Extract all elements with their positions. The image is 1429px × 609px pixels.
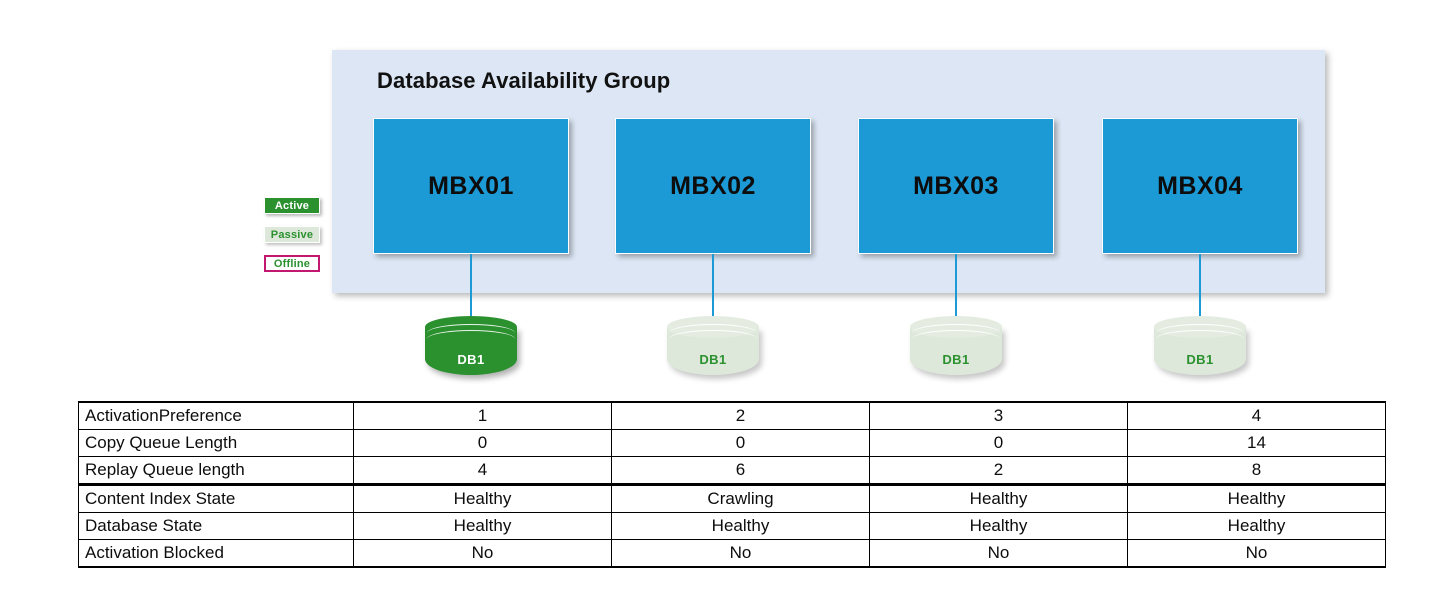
table-row: Copy Queue Length 0 0 0 14 — [78, 429, 1386, 457]
row-label: Replay Queue length — [78, 456, 354, 486]
database-cylinder-mbx03[interactable]: DB1 — [910, 316, 1002, 386]
table-row: ActivationPreference 1 2 3 4 — [78, 401, 1386, 430]
server-box-mbx02[interactable]: MBX02 — [615, 118, 811, 254]
legend-label-offline: Offline — [273, 257, 311, 270]
table-cell: Crawling — [611, 484, 870, 513]
table-row: Content Index State Healthy Crawling Hea… — [78, 484, 1386, 513]
table-cell: 14 — [1127, 429, 1386, 457]
table-row: Activation Blocked No No No No — [78, 539, 1386, 568]
database-cylinder-mbx02[interactable]: DB1 — [667, 316, 759, 386]
table-cell: 0 — [611, 429, 870, 457]
table-cell: No — [353, 539, 612, 568]
table-cell: No — [611, 539, 870, 568]
server-box-mbx03[interactable]: MBX03 — [858, 118, 1054, 254]
legend-label-passive: Passive — [270, 228, 314, 241]
table-cell: Healthy — [611, 512, 870, 540]
table-cell: 3 — [869, 401, 1128, 430]
database-label: DB1 — [1186, 352, 1214, 367]
table-cell: Healthy — [869, 484, 1128, 513]
table-cell: 0 — [869, 429, 1128, 457]
database-label: DB1 — [457, 352, 485, 367]
database-label: DB1 — [942, 352, 970, 367]
legend-item-passive: Passive — [264, 226, 320, 243]
server-label: MBX02 — [670, 171, 756, 200]
table-row: Replay Queue length 4 6 2 8 — [78, 456, 1386, 486]
row-label: Copy Queue Length — [78, 429, 354, 457]
table-cell: 8 — [1127, 456, 1386, 486]
server-box-mbx01[interactable]: MBX01 — [373, 118, 569, 254]
cylinder-ring — [912, 330, 1000, 348]
diagram-canvas: Database Availability Group Active Passi… — [0, 0, 1429, 609]
table-cell: 4 — [353, 456, 612, 486]
dag-panel-title: Database Availability Group — [377, 68, 671, 93]
legend-label-active: Active — [274, 199, 310, 212]
row-label: Content Index State — [78, 484, 354, 513]
cylinder-ring — [1156, 330, 1244, 348]
table-cell: No — [869, 539, 1128, 568]
row-label: Database State — [78, 512, 354, 540]
server-box-mbx04[interactable]: MBX04 — [1102, 118, 1298, 254]
table-cell: 2 — [869, 456, 1128, 486]
server-label: MBX04 — [1157, 171, 1243, 200]
legend-item-active: Active — [264, 197, 320, 214]
table-cell: 4 — [1127, 401, 1386, 430]
table-row: Database State Healthy Healthy Healthy H… — [78, 512, 1386, 540]
table-cell: 1 — [353, 401, 612, 430]
server-label: MBX03 — [913, 171, 999, 200]
database-status-table: ActivationPreference 1 2 3 4 Copy Queue … — [78, 401, 1386, 568]
server-label: MBX01 — [428, 171, 514, 200]
table-cell: Healthy — [1127, 512, 1386, 540]
cylinder-ring — [427, 330, 515, 348]
table-cell: Healthy — [353, 484, 612, 513]
legend-item-offline: Offline — [264, 255, 320, 272]
database-cylinder-mbx01[interactable]: DB1 — [425, 316, 517, 386]
database-label: DB1 — [699, 352, 727, 367]
row-label: ActivationPreference — [78, 401, 354, 430]
cylinder-ring — [669, 330, 757, 348]
row-label: Activation Blocked — [78, 539, 354, 568]
table-cell: Healthy — [1127, 484, 1386, 513]
database-cylinder-mbx04[interactable]: DB1 — [1154, 316, 1246, 386]
table-cell: No — [1127, 539, 1386, 568]
table-cell: 6 — [611, 456, 870, 486]
table-cell: Healthy — [869, 512, 1128, 540]
table-cell: 0 — [353, 429, 612, 457]
table-cell: Healthy — [353, 512, 612, 540]
table-cell: 2 — [611, 401, 870, 430]
